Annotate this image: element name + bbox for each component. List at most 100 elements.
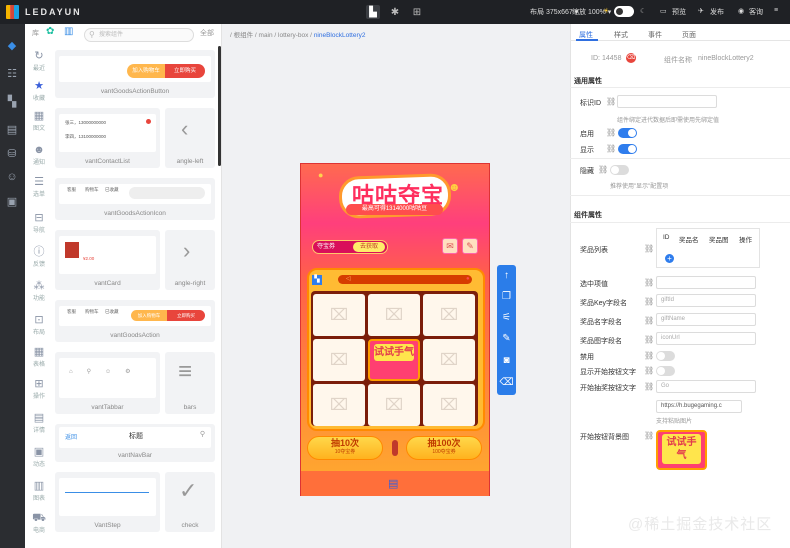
tab-style[interactable]: 样式 (614, 30, 628, 40)
layout-toggle-icon[interactable]: ▙ (366, 5, 380, 19)
prize-cell-5[interactable]: ⌧ (423, 339, 475, 381)
link-icon[interactable]: ⛓ (598, 165, 608, 174)
category-recent[interactable]: ↻ 最近 (27, 50, 51, 72)
hide-switch[interactable] (610, 165, 629, 175)
tab-page[interactable]: 页面 (682, 30, 696, 40)
comp-goods-action-icon[interactable]: 客服 购物车 已收藏 vantGoodsActionIcon (55, 178, 215, 220)
enable-switch[interactable] (618, 128, 637, 138)
prize-cell-8[interactable]: ⌧ (423, 384, 475, 426)
publish-button[interactable]: 发布 (710, 7, 724, 17)
link-icon[interactable]: ⛓ (606, 144, 616, 153)
comp-angle-left[interactable]: ‹ angle-left (165, 108, 215, 168)
img-input[interactable]: iconUrl (656, 332, 756, 345)
tab-events[interactable]: 事件 (648, 30, 662, 40)
comp-angle-right[interactable]: › angle-right (165, 230, 215, 290)
category-notice[interactable]: ☻ 通知 (27, 144, 51, 166)
category-nav[interactable]: ⊟ 导航 (27, 212, 51, 234)
menu-icon[interactable]: ≡ (774, 7, 778, 14)
category-function[interactable]: ⁂ 功能 (27, 280, 51, 302)
doc-icon[interactable]: ▥ (64, 26, 73, 37)
comp-goods-action[interactable]: 客服 购物车 已收藏 加入购物车 立即购买 vantGoodsAction (55, 300, 215, 342)
page-icon[interactable]: ▤ (5, 122, 19, 136)
grid-icon[interactable]: ⊞ (410, 5, 424, 19)
record-icon[interactable]: ✎ (462, 238, 478, 254)
prize-cell-1[interactable]: ⌧ (313, 294, 365, 336)
copy-icon[interactable]: ❐ (497, 288, 516, 306)
debug-icon[interactable]: ✱ (388, 5, 402, 19)
arrow-up-icon[interactable]: ↑ (497, 267, 516, 285)
comp-goods-action-button[interactable]: 加入购物车 立即购买 vantGoodsActionButton (55, 50, 215, 98)
layers-icon[interactable]: ▤ (388, 477, 398, 490)
all-filter[interactable]: 全部 (200, 28, 214, 38)
component-search-input[interactable]: 搜索组件 (84, 28, 194, 42)
gift-icon[interactable]: ✉ (442, 238, 458, 254)
category-layout[interactable]: ⊡ 布局 (27, 314, 51, 336)
camera-icon[interactable]: ◙ (497, 352, 516, 370)
trash-icon[interactable]: ⌫ (497, 374, 516, 392)
name-input[interactable]: giftName (656, 313, 756, 326)
category-table[interactable]: ▦ 表格 (27, 346, 51, 368)
panel-scrollbar[interactable] (218, 46, 221, 166)
link-icon[interactable]: ⛓ (644, 431, 654, 440)
category-media[interactable]: ▦ 图文 (27, 110, 51, 132)
start-text-input[interactable]: Go (656, 380, 756, 393)
link-icon[interactable]: ⛓ (644, 278, 654, 287)
delete-icon[interactable]: ⌫ (626, 53, 636, 63)
category-favorite[interactable]: ★ 收藏 (27, 80, 51, 102)
get-ticket-button[interactable]: 去获取 (353, 242, 385, 252)
category-chart[interactable]: ▥ 图表 (27, 480, 51, 502)
link-icon[interactable]: ⛓ (644, 335, 654, 344)
link-icon[interactable]: ⛓ (644, 351, 654, 360)
comp-check[interactable]: ✓ check (165, 472, 215, 532)
plugin-icon[interactable]: ✿ (46, 26, 54, 37)
category-shop[interactable]: ⛟ 电商 (27, 512, 51, 534)
add-prize-button[interactable]: + (665, 254, 674, 263)
comp-bars[interactable]: ≡ bars (165, 352, 215, 414)
show-switch[interactable] (618, 144, 637, 154)
preview-button[interactable]: 预览 (672, 7, 686, 17)
link-icon[interactable]: ⛓ (606, 128, 616, 137)
prize-cell-3[interactable]: ⌧ (423, 294, 475, 336)
selected-input[interactable] (656, 276, 756, 289)
library-tab[interactable]: 库 (32, 28, 39, 38)
database-icon[interactable]: ⛁ (5, 146, 19, 160)
cube-icon[interactable]: ◆ (5, 38, 19, 52)
start-lottery-text[interactable]: 试试手气 (374, 344, 414, 361)
link-icon[interactable]: ⛓ (644, 316, 654, 325)
draw-100-button[interactable]: 抽100次 100夺宝券 (406, 436, 482, 460)
prize-cell-6[interactable]: ⌧ (313, 384, 365, 426)
image-icon[interactable]: ▣ (5, 194, 19, 208)
link-icon[interactable]: ⛓ (644, 382, 654, 391)
link-icon[interactable]: ⛓ (606, 97, 616, 106)
category-action[interactable]: ⊞ 操作 (27, 378, 51, 400)
disabled-switch[interactable] (656, 351, 675, 361)
inbox-button[interactable]: 客询 (749, 7, 763, 17)
comp-nav-bar[interactable]: 返回 标题 ⚲ vantNavBar (55, 424, 215, 462)
emoji-icon[interactable]: ☺ (5, 170, 19, 184)
draw-10-button[interactable]: 抽10次 10夺宝券 (307, 436, 383, 460)
components-icon[interactable]: ▚ (5, 94, 19, 108)
filter-icon[interactable]: ⚟ (497, 309, 516, 327)
comp-card[interactable]: ¥2.00 vantCard (55, 230, 160, 290)
identifier-input[interactable] (617, 95, 717, 108)
prize-cell-7[interactable]: ⌧ (368, 384, 420, 426)
comp-contact-list[interactable]: 张三，13000000000 李四，13100000000 vantContac… (55, 108, 160, 168)
category-select[interactable]: ☰ 选单 (27, 176, 51, 198)
breadcrumb-current[interactable]: nineBlockLottery2 (314, 32, 366, 39)
comp-step[interactable]: VantStep (55, 472, 160, 532)
key-input[interactable]: giftId (656, 294, 756, 307)
category-dynamic[interactable]: ▣ 动态 (27, 446, 51, 468)
tree-icon[interactable]: ☷ (5, 66, 19, 80)
show-start-text-switch[interactable] (656, 366, 675, 376)
prize-cell-4[interactable]: ⌧ (313, 339, 365, 381)
bg-url-input[interactable]: https://h.bugegaming.c (656, 400, 742, 413)
edit-icon[interactable]: ✎ (497, 330, 516, 348)
select-handle-icon[interactable]: ▚ (312, 275, 322, 285)
category-detail[interactable]: ▤ 详情 (27, 412, 51, 434)
link-icon[interactable]: ⛓ (644, 297, 654, 306)
category-feedback[interactable]: ⓘ 反馈 (27, 246, 51, 268)
link-icon[interactable]: ⛓ (644, 366, 654, 375)
link-icon[interactable]: ⛓ (644, 244, 654, 253)
comp-tabbar[interactable]: ⌂⚲☺⚙ vantTabbar (55, 352, 160, 414)
prize-cell-2[interactable]: ⌧ (368, 294, 420, 336)
